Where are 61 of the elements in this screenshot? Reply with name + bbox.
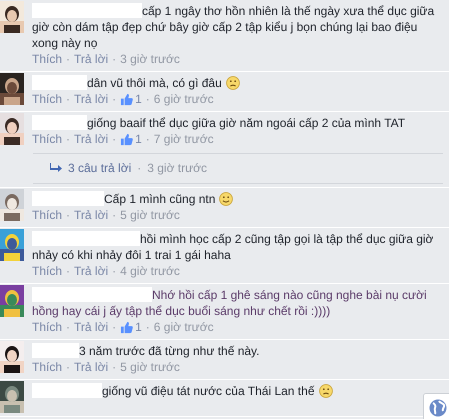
action-link[interactable]: Thích [32,263,62,280]
action-link[interactable]: Trả lời [74,359,108,376]
separator-dot: · [112,359,116,376]
separator-dot: · [137,161,142,175]
action-link[interactable]: Trả lời [74,131,108,148]
separator-dot: · [112,51,116,68]
separator-dot: · [66,263,70,280]
comment-text: Cấp 1 mình cũng ntn [32,189,443,207]
frowning-face-icon [226,76,240,90]
separator-dot: · [146,91,150,108]
separator-dot: · [112,263,116,280]
separator-dot: · [66,91,70,108]
replies-link[interactable]: 3 câu trả lời [68,161,132,175]
separator-dot: · [66,51,70,68]
thumbs-up-icon [120,133,134,146]
action-link[interactable]: Thích [32,131,62,148]
separator-dot: · [112,207,116,224]
separator-dot: · [112,131,116,148]
separator-dot: · [66,319,70,336]
action-link[interactable]: Thích [32,51,62,68]
timestamp: 3 giờ trước [147,161,208,175]
timestamp: 7 giờ trước [154,131,214,148]
action-link[interactable]: Thích [32,207,62,224]
like-count: 1 [135,319,142,336]
comment-text: giống baaif thể dục giữa giờ năm ngoái cấp 2 của mình TAT [32,113,443,131]
like-count: 1 [135,131,142,148]
action-link[interactable]: Thích [32,91,62,108]
separator-dot: · [66,359,70,376]
globe-icon [429,399,447,417]
separator-dot: · [66,131,70,148]
comment-text: 3 năm trước đã từng như thế này. [32,341,443,359]
frowning-face-icon [318,384,332,398]
comment-text: cấp 1 ngây thơ hồn nhiên là thế ngày xưa thể dục giữa giờ còn dám tập đẹp chứ bây giờ cấp 2 tập kiểu j bọn chúng lại bao điệu xong này nọ [32,2,436,51]
timestamp: 5 giờ trước [120,207,180,224]
comment-text: Nhớ hồi cấp 1 ghê sáng nào cũng nghe bài nụ cười hồng hay cái j ấy tập thể dục buổi sáng như chết rồi :)))) [32,286,428,319]
timestamp: 3 giờ trước [120,51,180,68]
action-link[interactable]: Trả lời [74,207,108,224]
thumbs-up-icon [120,93,134,106]
like-count: 1 [135,91,142,108]
comment-text: giống vũ điệu tát nước của Thái Lan thế [32,381,443,399]
separator-dot: · [146,131,150,148]
action-link[interactable]: Trả lời [74,51,108,68]
timestamp: 6 giờ trước [154,319,214,336]
action-link[interactable]: Trả lời [74,91,108,108]
timestamp: 4 giờ trước [120,263,180,280]
timestamp: 5 giờ trước [120,359,180,376]
action-link[interactable]: Trả lời [74,319,108,336]
separator-dot: · [146,319,150,336]
separator-dot: · [66,207,70,224]
separator-dot: · [112,319,116,336]
thumbs-up-icon [120,321,134,334]
comment-text: hồi mình học cấp 2 cũng tập gọi là tập thể dục giữa giờ nhảy có khi nhảy đôi 1 trai 1 gái haha [32,230,434,263]
smiley-icon [219,192,234,206]
comment-text: dân vũ thôi mà, có gì đâu [32,73,443,91]
action-link[interactable]: Trả lời [74,263,108,280]
action-link[interactable]: Thích [32,359,62,376]
globe-button[interactable] [423,393,449,419]
timestamp: 6 giờ trước [154,91,214,108]
reply-arrow-icon [50,163,62,173]
separator-dot: · [112,91,116,108]
action-link[interactable]: Thích [32,319,62,336]
